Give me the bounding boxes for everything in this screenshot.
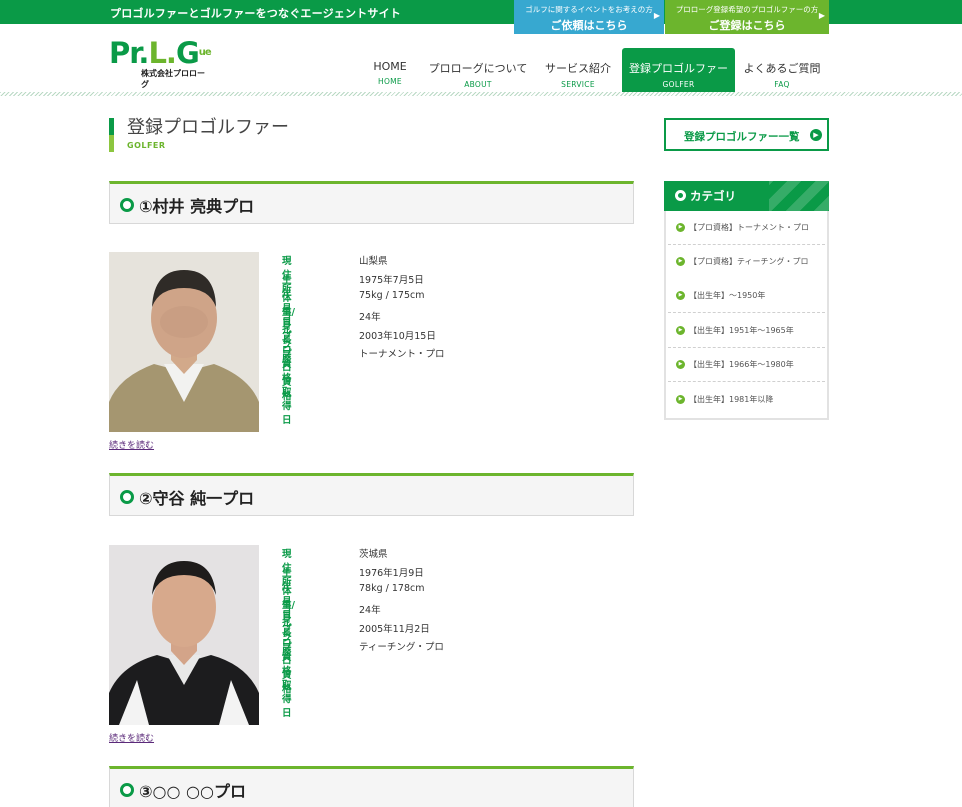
category-item-label: 【プロ資格】ティーチング・プロ — [689, 257, 809, 266]
nav-golfer[interactable]: 登録プロゴルファー GOLFER — [622, 48, 735, 92]
nav-about-sublabel: ABOUT — [464, 80, 492, 89]
nav-home[interactable]: HOME HOME — [358, 48, 422, 92]
golfer-heading: ②守谷 純一プロ — [109, 473, 634, 516]
arrow-right-circle-icon: ▶ — [676, 223, 685, 232]
acquired-value: 2005年11月2日 — [359, 623, 430, 635]
nav-home-sublabel: HOME — [378, 77, 402, 86]
circle-bullet-icon — [120, 198, 134, 212]
arrow-right-circle-icon: ▶ — [676, 395, 685, 404]
license-label: プロ資格 — [282, 642, 292, 696]
golfer-heading: ③○○ ○○プロ — [109, 766, 634, 807]
nav-golfer-sublabel: GOLFER — [662, 80, 695, 89]
golfer-heading: ①村井 亮典プロ — [109, 181, 634, 224]
history-value: 24年 — [359, 312, 381, 324]
title-accent-bar — [109, 135, 114, 152]
nav-golfer-label: 登録プロゴルファー — [629, 62, 728, 75]
nav-service-label: サービス紹介 — [545, 62, 611, 75]
golfer-photo — [109, 545, 259, 725]
event-request-subtext: ゴルフに関するイベントをお考えの方 — [525, 5, 653, 14]
body-value: 75kg / 175cm — [359, 290, 425, 302]
circle-bullet-icon — [120, 783, 134, 797]
category-item[interactable]: ▶ 【出生年】1966年～1980年 — [668, 348, 825, 382]
read-more-link[interactable]: 続きを読む — [109, 438, 154, 451]
category-item[interactable]: ▶ 【出生年】1981年以降 — [668, 383, 825, 417]
category-item[interactable]: ▶ 【プロ資格】トーナメント・プロ — [668, 211, 825, 245]
license-value: ティーチング・プロ — [359, 642, 444, 654]
arrow-right-circle-icon: ▶ — [676, 326, 685, 335]
birthday-value: 1975年7月5日 — [359, 274, 424, 286]
event-request-label: ご依頼はこちら — [550, 19, 628, 32]
category-title: カテゴリ — [690, 189, 736, 203]
arrow-right-icon: ▶ — [653, 11, 660, 20]
page-title-text: 登録プロゴルファー — [127, 117, 289, 138]
nav-about[interactable]: プロローグについて ABOUT — [428, 48, 528, 92]
circle-bullet-icon — [675, 190, 686, 201]
page-title: 登録プロゴルファー GOLFER — [109, 118, 289, 152]
golfer-name: ②守谷 純一プロ — [139, 489, 255, 508]
residence-value: 山梨県 — [359, 256, 388, 267]
category-item[interactable]: ▶ 【出生年】1951年～1965年 — [668, 314, 825, 348]
event-request-button[interactable]: ゴルフに関するイベントをお考えの方 ご依頼はこちら ▶ — [514, 0, 664, 34]
golfer-photo — [109, 252, 259, 432]
category-header: カテゴリ — [664, 181, 829, 211]
golfer-list-button[interactable]: 登録プロゴルファー一覧 ▶ — [664, 118, 829, 151]
golfer-register-label: ご登録はこちら — [708, 19, 786, 32]
body-value: 78kg / 178cm — [359, 583, 425, 595]
arrow-right-icon: ▶ — [818, 11, 825, 20]
nav-home-label: HOME — [373, 60, 407, 73]
header-stripe-decoration — [769, 181, 829, 211]
nav-faq-sublabel: FAQ — [774, 80, 790, 89]
history-value: 24年 — [359, 605, 381, 617]
header-divider — [0, 92, 962, 96]
license-label: プロ資格 — [282, 349, 292, 403]
category-item-label: 【出生年】1981年以降 — [689, 395, 774, 404]
golfer-name: ③○○ ○○プロ — [139, 782, 246, 801]
nav-faq-label: よくあるご質問 — [743, 62, 821, 75]
nav-faq[interactable]: よくあるご質問 FAQ — [742, 48, 822, 92]
logo-company-name: 株式会社プロローグ — [141, 69, 205, 89]
page-title-subtext: GOLFER — [127, 141, 166, 150]
arrow-right-circle-icon: ▶ — [676, 360, 685, 369]
nav-about-label: プロローグについて — [428, 62, 528, 75]
arrow-right-circle-icon: ▶ — [676, 291, 685, 300]
logo-mark: Pr.L.Gue — [109, 36, 212, 70]
nav-service[interactable]: サービス紹介 SERVICE — [536, 48, 620, 92]
category-item[interactable]: ▶ 【プロ資格】ティーチング・プロ — [668, 245, 825, 279]
site-tagline: プロゴルファーとゴルファーをつなぐエージェントサイト — [110, 7, 401, 20]
category-item-label: 【出生年】1951年～1965年 — [689, 326, 794, 335]
nav-service-sublabel: SERVICE — [561, 80, 595, 89]
site-logo[interactable]: Pr.L.Gue 株式会社プロローグ — [109, 36, 212, 89]
category-item-label: 【出生年】～1950年 — [689, 291, 766, 300]
category-item[interactable]: ▶ 【出生年】～1950年 — [668, 279, 825, 313]
golfer-list-label: 登録プロゴルファー一覧 — [684, 131, 800, 143]
golfer-register-subtext: プロローグ登録希望のプロゴルファーの方 — [675, 5, 819, 14]
read-more-link[interactable]: 続きを読む — [109, 731, 154, 744]
circle-bullet-icon — [120, 490, 134, 504]
acquired-value: 2003年10月15日 — [359, 330, 436, 342]
category-item-label: 【出生年】1966年～1980年 — [689, 360, 794, 369]
golfer-name: ①村井 亮典プロ — [139, 197, 255, 216]
birthday-value: 1976年1月9日 — [359, 567, 424, 579]
arrow-right-circle-icon: ▶ — [810, 129, 822, 141]
license-value: トーナメント・プロ — [359, 349, 445, 361]
arrow-right-circle-icon: ▶ — [676, 257, 685, 266]
residence-value: 茨城県 — [359, 549, 388, 560]
category-item-label: 【プロ資格】トーナメント・プロ — [689, 223, 809, 232]
golfer-register-button[interactable]: プロローグ登録希望のプロゴルファーの方 ご登録はこちら ▶ — [665, 0, 829, 34]
